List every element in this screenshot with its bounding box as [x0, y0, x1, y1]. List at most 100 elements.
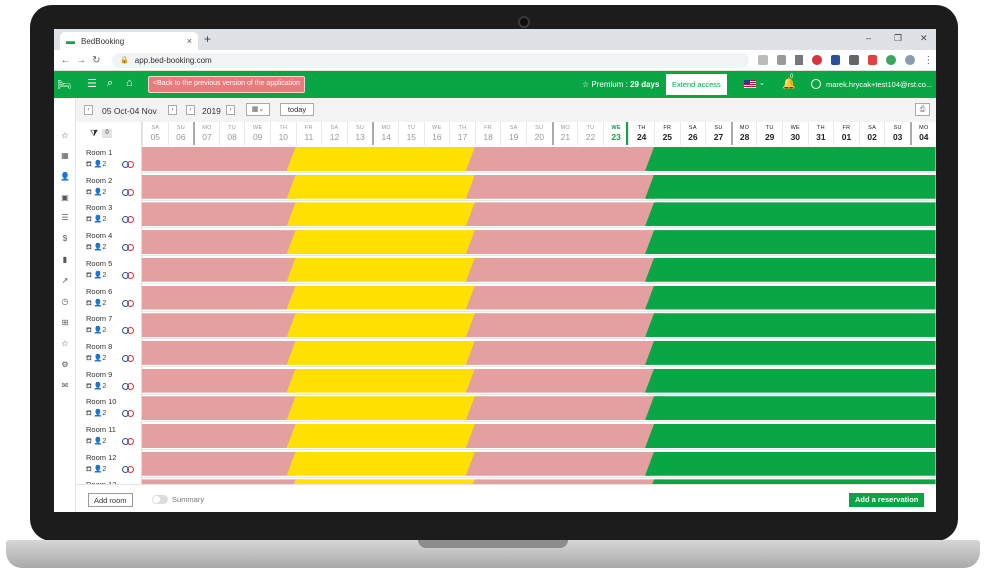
extension-icon[interactable]: [867, 55, 878, 65]
bed-logo-icon[interactable]: 🛏: [57, 78, 71, 91]
settings-icon[interactable]: ⚙: [60, 360, 70, 370]
day-column-header[interactable]: MO 07: [193, 122, 219, 145]
summary-toggle[interactable]: [152, 495, 168, 504]
booking-bar-pink[interactable]: [466, 286, 663, 310]
room-timeline[interactable]: [142, 174, 936, 199]
booking-bar-green[interactable]: [645, 368, 936, 393]
room-label[interactable]: Room 4 ⛾ 👤2: [76, 228, 142, 257]
rings-icon[interactable]: [122, 438, 135, 445]
booking-bar-pink[interactable]: [142, 230, 305, 254]
booking-bar-yellow[interactable]: [287, 341, 484, 365]
person-icon[interactable]: 👤: [60, 172, 70, 182]
booking-bar-pink[interactable]: [142, 286, 305, 310]
day-column-header[interactable]: SA 19: [500, 122, 526, 145]
booking-bar-pink[interactable]: [466, 424, 663, 448]
prev-range-button[interactable]: ‹: [84, 105, 93, 115]
room-label[interactable]: Room 2 ⛾ 👤2: [76, 172, 142, 201]
star-outline-icon[interactable]: ☆: [60, 339, 70, 349]
booking-bar-green[interactable]: [645, 424, 936, 448]
star-bookmark-icon[interactable]: [795, 55, 804, 65]
booking-bar-pink[interactable]: [466, 230, 663, 254]
room-label[interactable]: Room 13⛾ 👤2: [76, 477, 142, 484]
booking-bar-green[interactable]: [645, 451, 936, 476]
day-column-header[interactable]: FR 01: [833, 122, 859, 145]
back-previous-version-button[interactable]: <Back to the previous version of the app…: [148, 76, 305, 93]
prev-year-button[interactable]: ‹: [186, 105, 195, 115]
briefcase-icon[interactable]: ▣: [60, 193, 70, 203]
user-email[interactable]: marek.hrycak+test104@rst.co...: [826, 80, 936, 89]
new-tab-button[interactable]: +: [204, 32, 211, 46]
booking-bar-yellow[interactable]: [287, 202, 484, 226]
day-column-header[interactable]: FR 18: [474, 122, 501, 145]
booking-bar-pink[interactable]: [142, 202, 305, 226]
rings-icon[interactable]: [122, 327, 135, 335]
extension-icon[interactable]: [776, 55, 787, 65]
booking-bar-pink[interactable]: [466, 258, 663, 282]
document-icon[interactable]: ▮: [60, 255, 70, 265]
room-timeline[interactable]: [142, 285, 936, 310]
booking-bar-pink[interactable]: [142, 258, 305, 282]
booking-bar-green[interactable]: [645, 396, 936, 421]
profile-avatar[interactable]: [905, 55, 915, 65]
booking-bar-pink[interactable]: [142, 175, 305, 199]
day-column-header[interactable]: WE 16: [423, 122, 450, 145]
day-column-header[interactable]: SA 26: [679, 122, 706, 145]
booking-bar-pink[interactable]: [466, 452, 663, 476]
booking-bar-yellow[interactable]: [287, 230, 484, 254]
us-flag-icon[interactable]: [744, 80, 756, 88]
day-column-header[interactable]: WE 09: [244, 122, 270, 145]
booking-bar-green[interactable]: [645, 230, 936, 255]
calendar-picker-button[interactable]: ▦⌄: [246, 103, 270, 116]
url-input[interactable]: 🔒 app.bed-booking.com: [112, 52, 750, 68]
day-column-header[interactable]: MO 04: [910, 122, 936, 145]
booking-bar-pink[interactable]: [142, 313, 305, 337]
day-column-header[interactable]: TH 24: [628, 122, 654, 145]
day-column-header[interactable]: WE 23: [602, 122, 629, 145]
bell-icon[interactable]: 🔔: [782, 77, 796, 90]
booking-bar-green[interactable]: [645, 479, 936, 484]
room-label[interactable]: Room 12 ⛾ 👤2: [76, 449, 142, 478]
rings-icon[interactable]: [122, 161, 135, 168]
forward-arrow-icon[interactable]: →: [73, 55, 88, 66]
booking-bar-yellow[interactable]: [287, 396, 484, 420]
tab-close-icon[interactable]: ×: [187, 36, 192, 46]
booking-bar-yellow[interactable]: [287, 147, 484, 171]
booking-bar-yellow[interactable]: [287, 452, 484, 476]
day-column-header[interactable]: SA 02: [858, 122, 885, 145]
booking-bar-pink[interactable]: [142, 452, 305, 476]
list-icon[interactable]: ☰: [60, 213, 70, 223]
day-column-header[interactable]: MO 28: [730, 122, 757, 145]
booking-bar-pink[interactable]: [466, 341, 663, 365]
rings-icon[interactable]: [122, 244, 135, 252]
day-column-header[interactable]: MO 14: [372, 122, 398, 145]
booking-bar-yellow[interactable]: [287, 313, 484, 337]
day-column-header[interactable]: TU 22: [577, 122, 603, 145]
print-icon[interactable]: ⎙: [915, 103, 930, 116]
today-button[interactable]: today: [280, 103, 314, 116]
minimize-button[interactable]: –: [866, 33, 871, 43]
booking-bar-green[interactable]: [645, 340, 936, 365]
day-column-header[interactable]: TU 29: [756, 122, 782, 145]
booking-bar-yellow[interactable]: [287, 286, 484, 310]
day-column-header[interactable]: TU 15: [398, 122, 424, 145]
booking-bar-green[interactable]: [645, 147, 936, 171]
booking-bar-pink[interactable]: [142, 147, 305, 171]
menu-icon[interactable]: ☰: [87, 77, 97, 90]
day-column-header[interactable]: FR 25: [654, 122, 680, 145]
booking-bar-green[interactable]: [645, 202, 936, 227]
booking-bar-pink[interactable]: [142, 341, 305, 365]
rings-icon[interactable]: [122, 354, 135, 362]
chart-icon[interactable]: ↗: [60, 276, 70, 286]
browser-tab[interactable]: ▬ BedBooking ×: [60, 32, 198, 50]
booking-bar-pink[interactable]: [466, 175, 663, 199]
booking-bar-pink[interactable]: [466, 313, 663, 337]
room-label[interactable]: Room 3 ⛾ 👤2: [76, 200, 142, 229]
booking-bar-green[interactable]: [645, 285, 936, 310]
day-column-header[interactable]: SU 06: [167, 122, 194, 145]
booking-bar-yellow[interactable]: [287, 369, 484, 393]
day-column-header[interactable]: WE 30: [782, 122, 808, 145]
next-range-button[interactable]: ›: [168, 105, 177, 115]
day-column-header[interactable]: SU 03: [884, 122, 910, 145]
rings-icon[interactable]: [122, 271, 135, 279]
booking-bar-pink[interactable]: [142, 369, 305, 393]
